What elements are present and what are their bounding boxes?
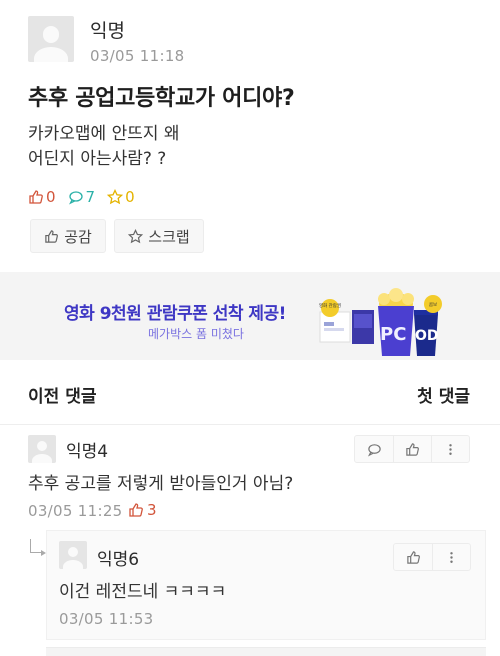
comment-like-button[interactable] bbox=[393, 436, 431, 462]
comment-more-button[interactable] bbox=[431, 436, 469, 462]
ad-ticket-badge-text: 영화 관람권 bbox=[319, 302, 341, 309]
like-button-label: 공감 bbox=[64, 227, 92, 246]
ad-headline: 영화 9천원 관람쿠폰 선착 제공! bbox=[64, 304, 286, 324]
post: 익명 03/05 11:18 추후 공업고등학교가 어디야? 카카오맵에 안뜨지… bbox=[0, 0, 500, 270]
comment-nav: 이전 댓글 첫 댓글 bbox=[0, 360, 500, 420]
scrap-button-label: 스크랩 bbox=[148, 227, 190, 246]
post-title: 추후 공업고등학교가 어디야? bbox=[28, 86, 295, 111]
more-vertical-icon bbox=[449, 443, 452, 455]
speech-bubble-icon bbox=[68, 191, 83, 205]
thumbs-up-icon bbox=[29, 190, 43, 204]
comment-count: 7 bbox=[68, 188, 96, 206]
scrap-count: 0 bbox=[107, 188, 135, 206]
like-count: 0 bbox=[28, 188, 56, 206]
thumbs-up-icon bbox=[406, 550, 420, 564]
comment-actions bbox=[393, 543, 471, 571]
post-body-line: 카카오맵에 안뜨지 왜 bbox=[28, 124, 180, 144]
comment-more-button[interactable] bbox=[432, 544, 470, 570]
comment-body: 이건 레전드네 ㅋㅋㅋㅋ bbox=[59, 582, 227, 602]
first-comment-link[interactable]: 첫 댓글 bbox=[417, 382, 470, 407]
thumbs-up-icon bbox=[45, 229, 59, 243]
ad-combo-badge-text: 콤보 bbox=[429, 302, 437, 308]
reply-arrow-icon bbox=[30, 539, 46, 556]
ad-cup-text-od: OD bbox=[415, 328, 439, 344]
like-count-value: 0 bbox=[46, 188, 56, 206]
comment-timestamp: 03/05 11:25 bbox=[28, 502, 123, 520]
comment: 익명4 추후 공고를 저렇게 받아들인거 아님? 03/05 11:25 3 bbox=[0, 424, 500, 538]
like-button[interactable]: 공감 bbox=[30, 219, 106, 253]
comment-author: 익명6 bbox=[97, 550, 140, 570]
post-timestamp: 03/05 11:18 bbox=[90, 47, 185, 65]
post-avatar bbox=[28, 16, 74, 62]
comment-actions bbox=[354, 435, 470, 463]
scrap-button[interactable]: 스크랩 bbox=[114, 219, 204, 253]
post-stats: 0 7 0 bbox=[28, 188, 135, 206]
speech-bubble-icon bbox=[367, 443, 381, 456]
reply-button[interactable] bbox=[355, 436, 393, 462]
comment-timestamp: 03/05 11:53 bbox=[59, 610, 154, 628]
previous-comments-link[interactable]: 이전 댓글 bbox=[28, 382, 96, 407]
comment-author: 익명4 bbox=[66, 442, 109, 462]
comment-body: 추후 공고를 저렇게 받아들인거 아님? bbox=[28, 474, 294, 494]
post-body-line: 어딘지 아는사람? ? bbox=[28, 149, 167, 169]
more-vertical-icon bbox=[450, 551, 453, 563]
ad-subtext: 메가박스 폼 미쳤다 bbox=[148, 327, 244, 341]
comment-avatar bbox=[28, 435, 56, 463]
thumbs-up-icon bbox=[406, 442, 419, 456]
comment-avatar bbox=[59, 541, 87, 569]
comment-like-button[interactable] bbox=[394, 544, 432, 570]
comment-like-count-value: 3 bbox=[147, 501, 157, 519]
thumbs-up-icon bbox=[129, 503, 143, 517]
next-comment-edge bbox=[46, 647, 486, 656]
post-author: 익명 bbox=[90, 20, 125, 42]
post-body: 카카오맵에 안뜨지 왜 어딘지 아는사람? ? bbox=[28, 122, 180, 172]
ad-banner[interactable]: 영화 9천원 관람쿠폰 선착 제공! 메가박스 폼 미쳤다 영화 관람권 PC … bbox=[0, 272, 500, 360]
ad-popcorn-image: 영화 관람권 PC OD 콤보 bbox=[319, 288, 442, 356]
scrap-count-value: 0 bbox=[125, 188, 135, 206]
ad-cup-text-pc: PC bbox=[380, 324, 406, 345]
reply-comment: 익명6 이건 레전드네 ㅋㅋㅋㅋ 03/05 11:53 bbox=[46, 530, 486, 640]
star-icon bbox=[107, 189, 124, 205]
comment-like-count: 3 bbox=[128, 501, 157, 519]
star-icon bbox=[128, 228, 144, 243]
comment-count-value: 7 bbox=[85, 188, 96, 206]
